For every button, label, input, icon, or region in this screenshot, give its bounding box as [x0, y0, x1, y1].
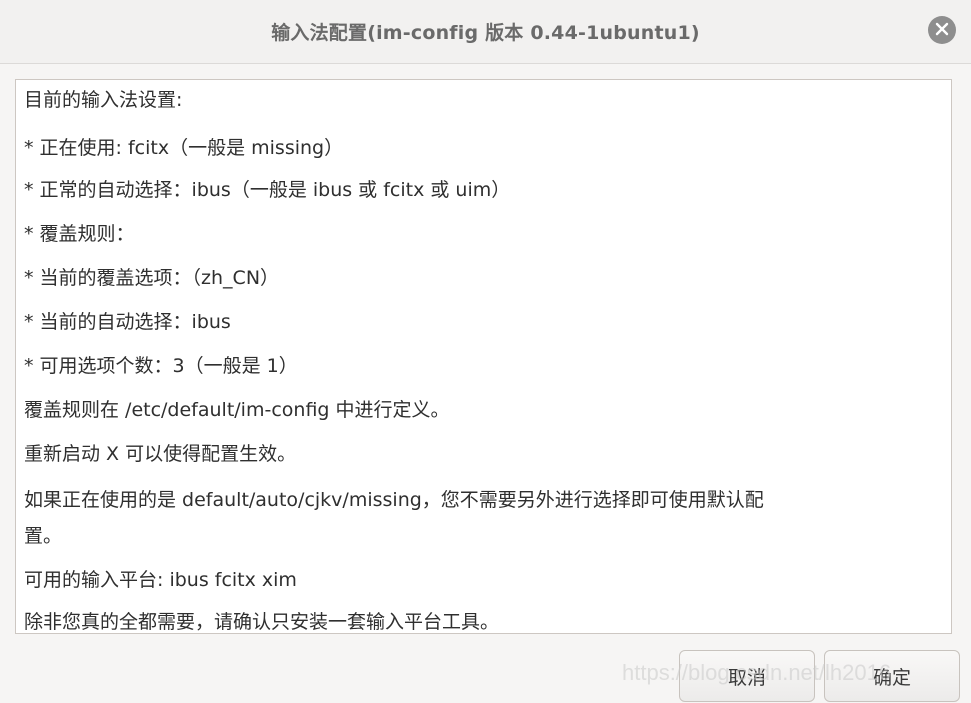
close-button[interactable]	[928, 16, 956, 44]
message-line: 置。	[24, 525, 63, 547]
message-line: * 正在使用: fcitx（一般是 missing）	[24, 137, 344, 159]
message-area[interactable]: 目前的输入法设置: * 正在使用: fcitx（一般是 missing） * 正…	[15, 79, 952, 634]
title-bar[interactable]: 输入法配置(im-config 版本 0.44-1ubuntu1)	[0, 0, 971, 64]
message-line: 重新启动 X 可以使得配置生效。	[24, 443, 297, 465]
message-line: 如果正在使用的是 default/auto/cjkv/missing，您不需要另…	[24, 489, 764, 511]
message-line: * 可用选项个数：3（一般是 1）	[24, 355, 298, 377]
message-line: 可用的输入平台: ibus fcitx xim	[24, 569, 297, 591]
message-line: * 当前的自动选择：ibus	[24, 311, 231, 333]
window-title: 输入法配置(im-config 版本 0.44-1ubuntu1)	[271, 22, 700, 44]
message-line: * 覆盖规则：	[24, 223, 135, 245]
message-line: 目前的输入法设置:	[24, 89, 183, 111]
message-line: 覆盖规则在 /etc/default/im-config 中进行定义。	[24, 399, 450, 421]
message-line: 除非您真的全都需要，请确认只安装一套输入平台工具。	[24, 611, 500, 633]
ok-button[interactable]: 确定	[824, 650, 960, 702]
cancel-button[interactable]: 取消	[679, 650, 815, 702]
message-line: * 正常的自动选择：ibus（一般是 ibus 或 fcitx 或 uim）	[24, 179, 511, 201]
im-config-dialog: 输入法配置(im-config 版本 0.44-1ubuntu1) 目前的输入法…	[0, 0, 971, 703]
button-bar: 取消 确定 https://blog.csdn.net/lh2016	[0, 634, 971, 703]
message-line: * 当前的覆盖选项：（zh_CN）	[24, 267, 280, 289]
close-icon	[935, 21, 949, 40]
